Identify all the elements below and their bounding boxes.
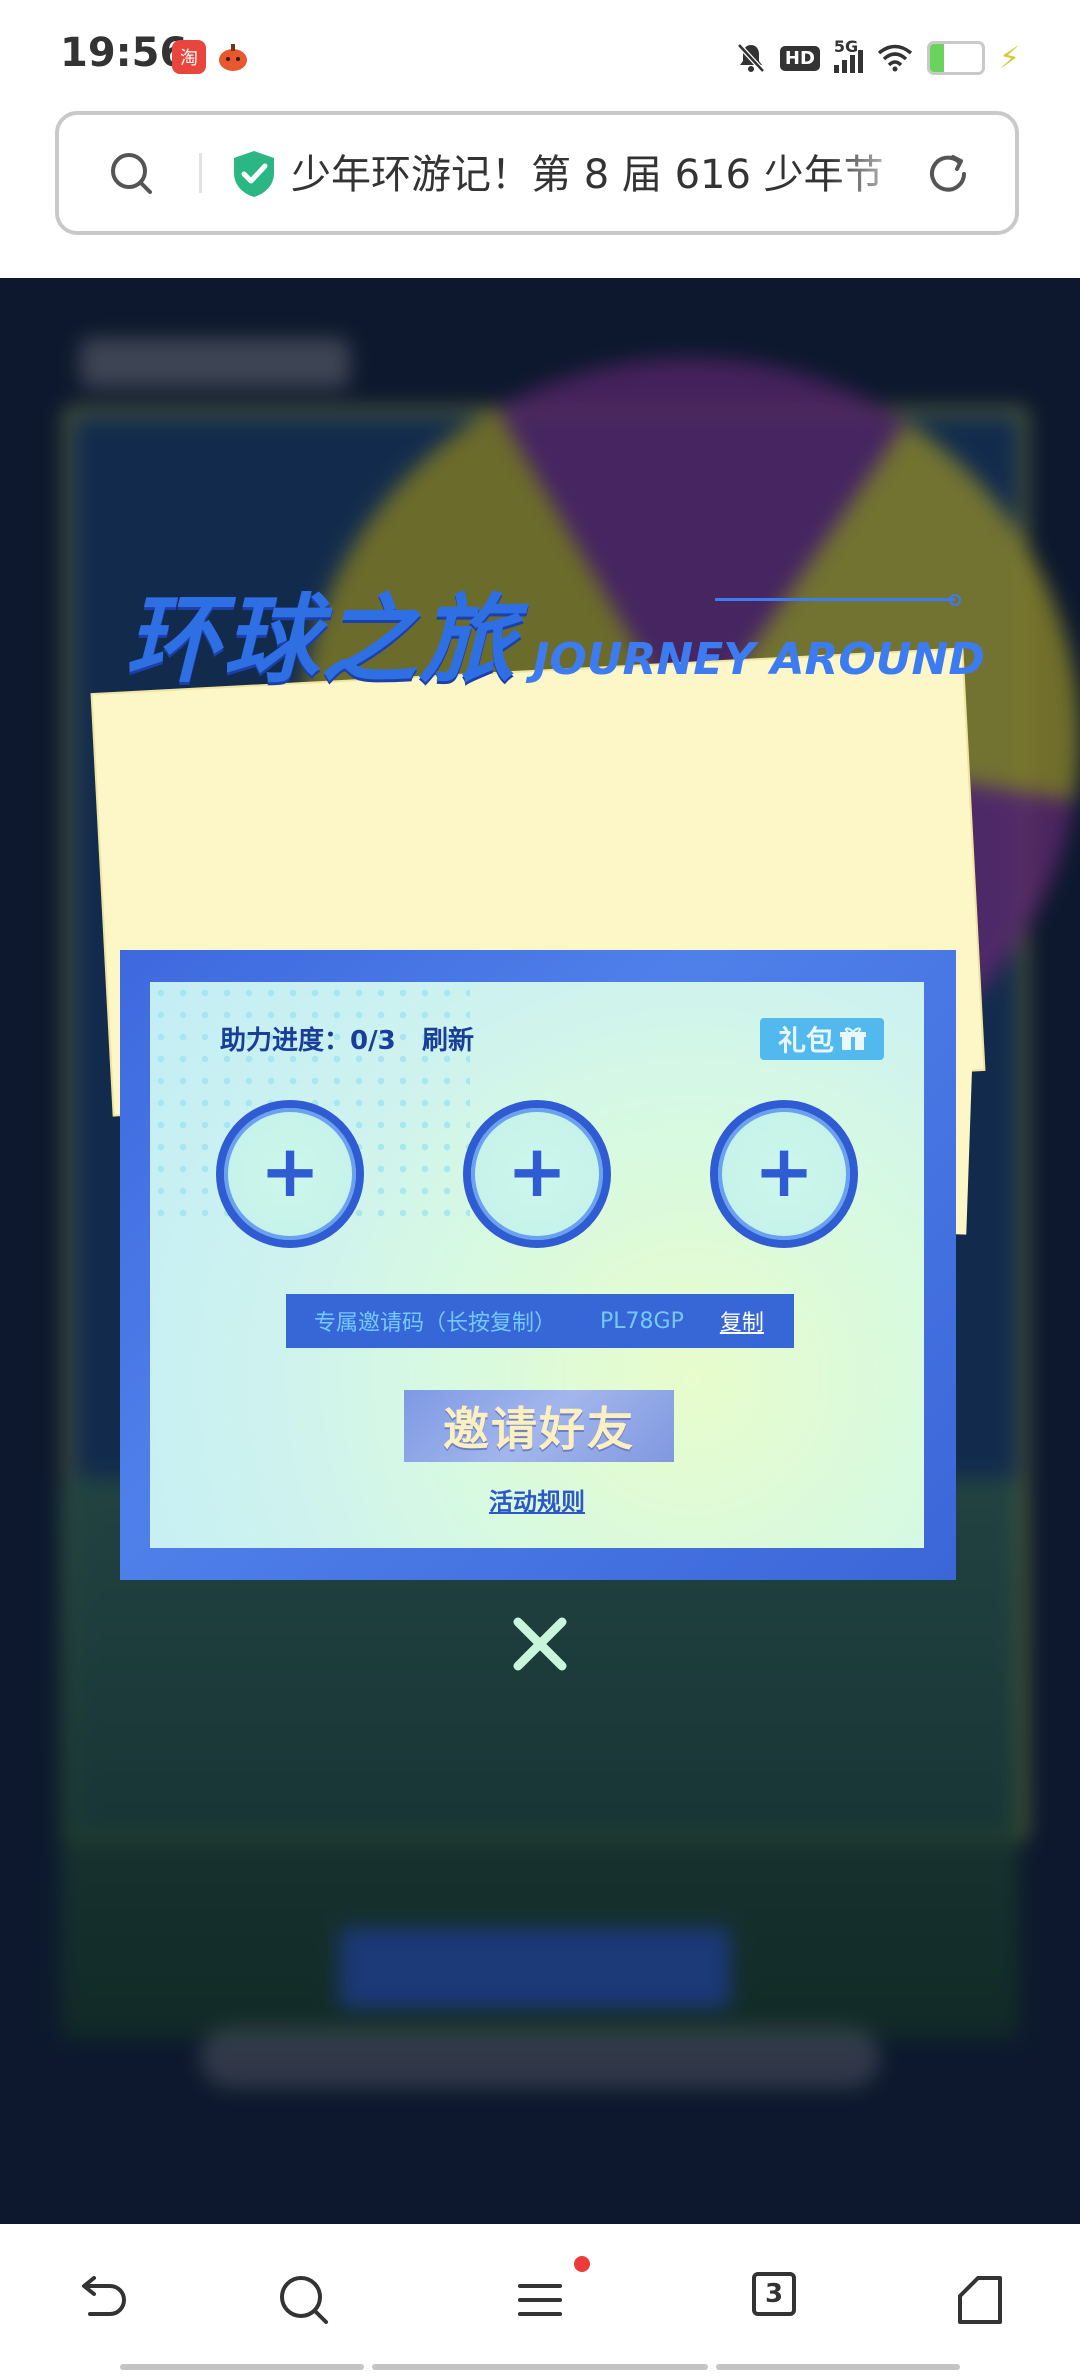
page-title-url[interactable]: 少年环游记！第 8 届 616 少年节 [291,147,911,203]
charging-icon: ⚡ [998,40,1020,76]
network-type: 5G [833,37,859,56]
add-friend-icon: + [259,1129,321,1213]
activity-rules-link[interactable]: 活动规则 [150,1482,924,1517]
invite-code-value[interactable]: PL78GP [600,1309,684,1334]
battery-indicator: 28 [926,41,985,75]
search-icon[interactable] [274,2270,334,2330]
back-icon[interactable] [72,2270,132,2330]
invite-modal-panel: 助力进度：0/3 刷新 礼包 + + + 专属邀请码（长按复制） PL78GP … [150,982,924,1548]
modal-title: 环球之旅 JOURNEY AROUND [125,565,985,695]
gesture-bar [716,2364,960,2370]
close-icon[interactable] [508,1612,572,1676]
gift-icon [840,1027,866,1050]
invite-code-label: 专属邀请码（长按复制） [314,1311,557,1336]
browser-bottom-bar [0,2224,1080,2376]
mute-bell-icon [737,43,765,73]
status-time: 19:56 [60,30,188,76]
friend-slot-1[interactable]: + [216,1100,364,1248]
gift-label: 礼包 [777,1024,834,1057]
title-decor-line [715,594,961,606]
hd-voice-icon: HD [779,45,820,71]
wifi-icon [877,44,913,72]
modal-title-en: JOURNEY AROUND [533,634,985,685]
refresh-button[interactable]: 刷新 [422,1020,474,1057]
home-icon[interactable] [950,2270,1010,2330]
status-bar: 19:56 淘 HD 5G 28 ⚡ [0,0,1080,110]
pumpkin-app-icon [219,44,247,71]
modal-title-cn: 环球之旅 [125,584,517,696]
taobao-icon: 淘 [172,40,206,74]
invite-friends-button[interactable]: 邀请好友 [404,1390,674,1462]
url-fade [829,145,919,205]
menu-icon[interactable] [510,2270,570,2330]
secure-shield-icon [234,151,274,197]
menu-notification-badge [574,2256,590,2272]
invite-code-bar: 专属邀请码（长按复制） PL78GP 复制 [286,1294,794,1348]
gesture-bar [120,2364,364,2370]
address-bar[interactable]: 少年环游记！第 8 届 616 少年节 [55,111,1019,235]
tabs-button[interactable]: 3 [752,2272,796,2316]
help-progress: 助力进度：0/3 [220,1026,396,1056]
add-friend-icon: + [506,1129,568,1213]
friend-slot-2[interactable]: + [463,1100,611,1248]
friend-slot-3[interactable]: + [710,1100,858,1248]
add-friend-icon: + [753,1129,815,1213]
search-icon[interactable] [109,151,153,195]
reload-icon[interactable] [923,149,973,199]
address-divider [199,153,202,193]
gesture-bar [372,2364,708,2370]
battery-percent: 28 [942,47,970,69]
cellular-signal-icon: 5G [833,37,863,73]
copy-code-button[interactable]: 复制 [720,1305,764,1337]
gift-pack-button[interactable]: 礼包 [760,1018,884,1060]
